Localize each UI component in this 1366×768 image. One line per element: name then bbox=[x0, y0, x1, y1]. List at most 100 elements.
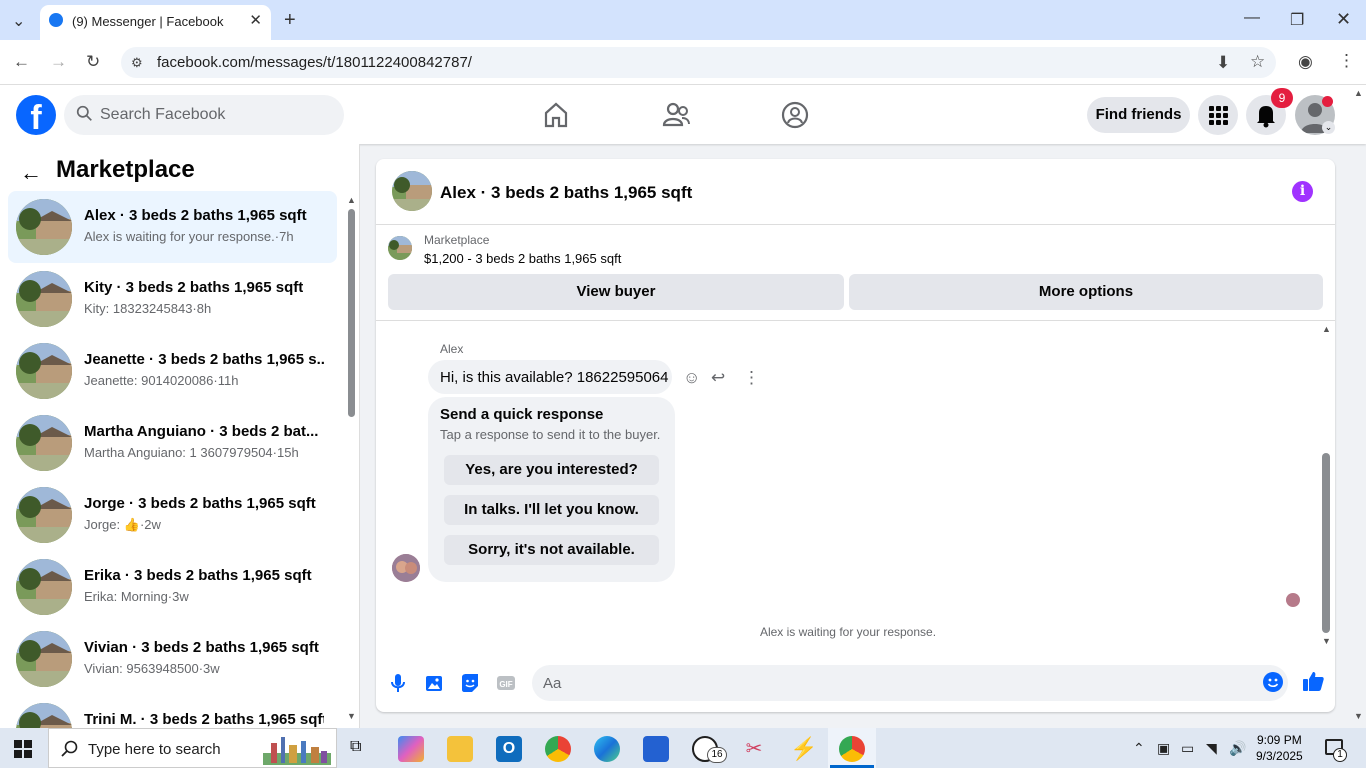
wifi-icon[interactable]: ◥ bbox=[1206, 740, 1217, 757]
minimize-icon[interactable]: — bbox=[1244, 9, 1260, 27]
scroll-up-icon[interactable]: ▲ bbox=[347, 195, 356, 205]
message-placeholder: Aa bbox=[543, 675, 562, 692]
conversation-list: Alex · 3 beds 2 baths 1,965 sqft Alex is… bbox=[0, 0, 360, 728]
volume-icon[interactable]: 🔊 bbox=[1229, 740, 1246, 757]
conversation-row[interactable]: Martha Anguiano · 3 beds 2 bat... Martha… bbox=[8, 407, 337, 479]
edge-icon[interactable] bbox=[594, 736, 620, 762]
conversation-row[interactable]: Jeanette · 3 beds 2 baths 1,965 s... Jea… bbox=[8, 335, 337, 407]
scroll-up-icon[interactable]: ▲ bbox=[1322, 324, 1331, 334]
account-alert-dot bbox=[1322, 96, 1333, 107]
conversation-row[interactable]: Erika · 3 beds 2 baths 1,965 sqft Erika:… bbox=[8, 551, 337, 623]
reply-icon[interactable]: ↩ bbox=[711, 368, 725, 388]
task-view-icon[interactable]: ⧉ bbox=[350, 738, 361, 756]
conversation-title: Jeanette · 3 beds 2 baths 1,965 s... bbox=[84, 351, 324, 368]
conversation-title: Trini M. · 3 beds 2 baths 1,965 sqft bbox=[84, 711, 324, 728]
preview-suffix: ·2w bbox=[139, 517, 161, 532]
conversation-preview: Vivian: 9563948500·3w bbox=[84, 661, 220, 676]
message-bubble[interactable]: Hi, is this available? 18622595064 bbox=[428, 360, 672, 394]
conversation-row[interactable]: Kity · 3 beds 2 baths 1,965 sqft Kity: 1… bbox=[8, 263, 337, 335]
read-receipt-avatar bbox=[1286, 593, 1300, 607]
account-chevron-icon[interactable]: ⌄ bbox=[1322, 121, 1335, 134]
conversation-list-scrollbar[interactable]: ▲ ▼ bbox=[346, 195, 356, 725]
conversation-title: Vivian · 3 beds 2 baths 1,965 sqft bbox=[84, 639, 319, 656]
house-thumbnail bbox=[16, 343, 72, 399]
microphone-icon[interactable] bbox=[387, 672, 409, 694]
taskbar-clock[interactable]: 9:09 PM 9/3/2025 bbox=[1256, 732, 1303, 764]
chrome-icon[interactable] bbox=[545, 736, 571, 762]
outlook-icon[interactable]: O bbox=[496, 736, 522, 762]
chrome-profile-icon[interactable] bbox=[839, 736, 865, 762]
view-buyer-button[interactable]: View buyer bbox=[388, 274, 844, 310]
chat-scrollbar[interactable]: ▲ ▼ bbox=[1321, 324, 1331, 650]
chat-house-thumbnail[interactable] bbox=[392, 171, 432, 211]
scrollbar-thumb[interactable] bbox=[1322, 453, 1330, 633]
page-scrollbar[interactable]: ▲ ▼ bbox=[1352, 85, 1366, 728]
thumbs-up-send-icon[interactable] bbox=[1301, 669, 1325, 693]
quick-response-button[interactable]: In talks. I'll let you know. bbox=[444, 495, 659, 525]
chrome-menu-icon[interactable]: ⋮ bbox=[1338, 51, 1355, 71]
gif-icon[interactable]: GIF bbox=[495, 672, 517, 694]
more-actions-icon[interactable]: ⋮ bbox=[743, 368, 760, 388]
profile-icon[interactable]: ◉ bbox=[1298, 52, 1313, 72]
power-automate-icon[interactable]: ⚡ bbox=[790, 736, 817, 762]
conversation-row[interactable]: Trini M. · 3 beds 2 baths 1,965 sqft bbox=[8, 695, 337, 728]
clock-time: 9:09 PM bbox=[1257, 733, 1302, 747]
conversation-preview: Alex is waiting for your response.·7h bbox=[84, 229, 294, 244]
conversation-title: Erika · 3 beds 2 baths 1,965 sqft bbox=[84, 567, 312, 584]
windows-start-icon[interactable] bbox=[14, 740, 32, 758]
show-hidden-icons-icon[interactable]: ⌃ bbox=[1133, 740, 1145, 757]
header-divider bbox=[376, 320, 1335, 321]
house-thumbnail bbox=[16, 703, 72, 728]
sender-name: Alex bbox=[440, 342, 464, 356]
scroll-down-icon[interactable]: ▼ bbox=[1322, 636, 1331, 646]
store-icon[interactable] bbox=[643, 736, 669, 762]
search-highlight-city-icon bbox=[263, 737, 331, 765]
restore-icon[interactable]: ❐ bbox=[1290, 10, 1304, 30]
house-thumbnail bbox=[16, 487, 72, 543]
conversation-row[interactable]: Alex · 3 beds 2 baths 1,965 sqft Alex is… bbox=[8, 191, 337, 263]
scrollbar-thumb[interactable] bbox=[348, 209, 355, 417]
house-thumbnail bbox=[16, 271, 72, 327]
battery-icon[interactable]: ▭ bbox=[1181, 740, 1194, 757]
conversation-preview: Kity: 18323245843·8h bbox=[84, 301, 212, 316]
conversation-row[interactable]: Jorge · 3 beds 2 baths 1,965 sqft Jorge:… bbox=[8, 479, 337, 551]
bookmark-star-icon[interactable]: ☆ bbox=[1250, 52, 1265, 72]
grid-menu-icon bbox=[1209, 106, 1228, 125]
quick-response-button[interactable]: Yes, are you interested? bbox=[444, 455, 659, 485]
message-input[interactable]: Aa bbox=[532, 665, 1288, 701]
scroll-up-icon[interactable]: ▲ bbox=[1354, 88, 1363, 98]
conversation-preview: Erika: Morning·3w bbox=[84, 589, 189, 604]
scroll-down-icon[interactable]: ▼ bbox=[347, 711, 356, 721]
copilot-icon[interactable] bbox=[398, 736, 424, 762]
more-options-button[interactable]: More options bbox=[849, 274, 1323, 310]
chat-title[interactable]: Alex · 3 beds 2 baths 1,965 sqft bbox=[440, 183, 692, 203]
react-emoji-icon[interactable]: ☺ bbox=[683, 368, 700, 388]
find-friends-button[interactable]: Find friends bbox=[1087, 97, 1190, 133]
preview-prefix: Jorge: bbox=[84, 517, 121, 532]
home-icon[interactable] bbox=[540, 99, 572, 131]
scroll-down-icon[interactable]: ▼ bbox=[1354, 711, 1363, 721]
groups-icon[interactable] bbox=[779, 99, 811, 131]
file-explorer-icon[interactable] bbox=[447, 736, 473, 762]
menu-button[interactable] bbox=[1198, 95, 1238, 135]
snipping-tool-icon[interactable]: ✂ bbox=[741, 736, 767, 762]
notification-badge: 9 bbox=[1271, 88, 1293, 108]
sender-avatar[interactable] bbox=[392, 554, 420, 582]
taskbar-search[interactable]: Type here to search bbox=[48, 728, 337, 768]
clock-date: 9/3/2025 bbox=[1256, 749, 1303, 763]
house-thumbnail bbox=[16, 559, 72, 615]
emoji-icon[interactable] bbox=[1263, 672, 1283, 692]
house-thumbnail bbox=[16, 631, 72, 687]
sticker-icon[interactable] bbox=[459, 672, 481, 694]
house-thumbnail bbox=[16, 415, 72, 471]
conversation-title: Jorge · 3 beds 2 baths 1,965 sqft bbox=[84, 495, 316, 512]
quick-response-button[interactable]: Sorry, it's not available. bbox=[444, 535, 659, 565]
photo-icon[interactable] bbox=[423, 672, 445, 694]
info-icon[interactable]: i bbox=[1292, 181, 1313, 202]
conversation-preview: Jeanette: 9014020086·11h bbox=[84, 373, 239, 388]
close-window-icon[interactable]: ✕ bbox=[1336, 9, 1351, 30]
taskbar-search-placeholder: Type here to search bbox=[88, 741, 221, 758]
meet-now-icon[interactable]: ▣ bbox=[1157, 740, 1170, 757]
install-app-icon[interactable]: ⬇ bbox=[1216, 53, 1230, 73]
friends-icon[interactable] bbox=[660, 99, 692, 131]
